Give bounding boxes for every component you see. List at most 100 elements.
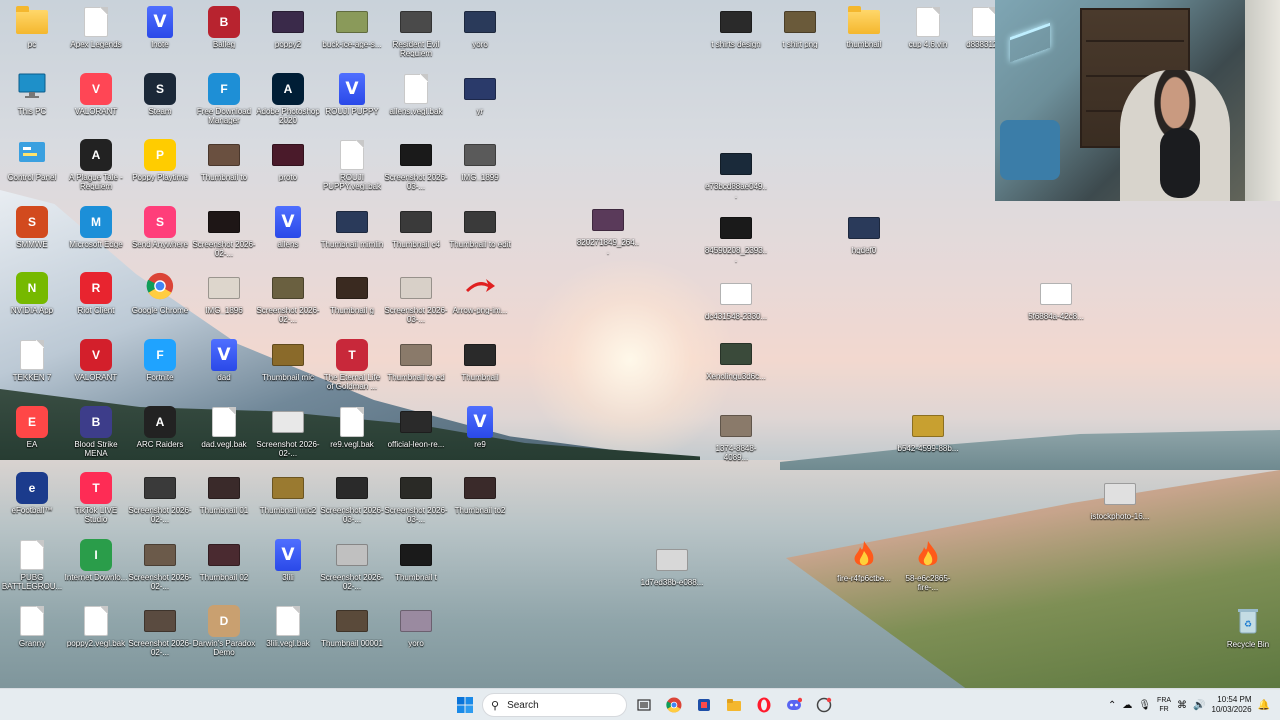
desktop-icon[interactable]: Screenshot 2026-02-... — [256, 272, 320, 324]
desktop-icon[interactable]: yoro — [448, 6, 512, 49]
desktop-icon[interactable]: yoro — [384, 605, 448, 648]
desktop-icon[interactable]: re9.vegl.bak — [320, 406, 384, 449]
desktop-icon[interactable]: Thumbnail 00001 — [320, 605, 384, 648]
desktop-icon[interactable]: proto — [256, 139, 320, 182]
desktop-icon[interactable]: Vallens — [256, 205, 320, 249]
desktop-icon[interactable]: This PC — [0, 73, 64, 116]
desktop-icon[interactable]: F Free Download Manager — [192, 72, 256, 125]
desktop-icon[interactable]: Thumbnail 01 — [192, 472, 256, 515]
desktop-icon[interactable]: t shirt png — [768, 6, 832, 49]
opera-icon[interactable] — [751, 692, 777, 718]
desktop-icon[interactable]: Resident Evil Requiem — [384, 6, 448, 58]
desktop-icon[interactable]: Screenshot 2026-02-... — [128, 472, 192, 524]
desktop-icon[interactable]: AA Plague Tale - Requiem — [64, 139, 128, 191]
desktop-icon[interactable]: Thumbnail 02 — [192, 539, 256, 582]
chrome-icon[interactable] — [661, 692, 687, 718]
desktop-icon[interactable]: e eFootball™ — [0, 472, 64, 515]
desktop-icon[interactable]: cup 4.6.vin — [896, 6, 960, 49]
snipping-icon[interactable] — [691, 692, 717, 718]
desktop-icon[interactable]: 58-e6c2865-fire-... — [896, 540, 960, 592]
desktop-icon[interactable]: Screenshot 2026-02-... — [128, 605, 192, 657]
clock[interactable]: 10:54 PM 10/03/2026 — [1212, 695, 1252, 715]
desktop-icon[interactable]: Thumbnail t — [384, 539, 448, 582]
desktop-icon[interactable]: Google Chrome — [128, 272, 192, 315]
desktop-icon[interactable]: t shirts design — [704, 6, 768, 49]
desktop-icon[interactable]: buck-ice-age-s... — [320, 6, 384, 49]
desktop-icon[interactable]: S SMMWE — [0, 205, 64, 249]
volume-icon[interactable]: 🔊 — [1193, 700, 1205, 711]
desktop-icon[interactable]: pc — [0, 6, 64, 49]
network-app-icon[interactable]: ☁ — [1122, 700, 1132, 711]
desktop-icon[interactable]: Vre9 — [448, 405, 512, 449]
desktop-icon[interactable]: dad.vegl.bak — [192, 406, 256, 449]
wifi-icon[interactable]: ⌘ — [1177, 700, 1187, 711]
desktop-icon[interactable]: E EA — [0, 405, 64, 449]
desktop-icon[interactable]: B Balleg — [192, 6, 256, 49]
desktop-icon[interactable]: TEKKEN 7 — [0, 339, 64, 382]
desktop-icon[interactable]: official-leon-re... — [384, 406, 448, 449]
desktop-icon[interactable]: T The Eternal Life of Goldman ... — [320, 339, 384, 391]
desktop-icon[interactable]: istockphoto-16... — [1088, 478, 1152, 521]
desktop-icon[interactable]: Thumbnail mic2 — [256, 472, 320, 515]
desktop-icon[interactable]: 5f6884a-42c8... — [1024, 278, 1088, 321]
desktop-icon[interactable]: Thumbnail g — [320, 272, 384, 315]
desktop-icon[interactable]: 84590208_2393... — [704, 212, 768, 264]
desktop-icon[interactable]: 820271849_264... — [576, 204, 640, 256]
desktop-icon[interactable]: V 3lili — [256, 538, 320, 582]
desktop-icon[interactable]: Thumbnail mimlin — [320, 206, 384, 249]
desktop-icon[interactable]: F Fortnite — [128, 339, 192, 382]
desktop-icon[interactable]: Thumbnail c4 — [384, 206, 448, 249]
desktop-icon[interactable]: Thumbnail mic — [256, 339, 320, 382]
desktop-icon[interactable]: S Steam — [128, 72, 192, 116]
desktop-icon[interactable]: Screenshot 2026-03-... — [320, 472, 384, 524]
desktop-icon[interactable]: allens.vegl.bak — [384, 73, 448, 116]
desktop-icon[interactable]: B Blood Strike MENA — [64, 405, 128, 458]
desktop-icon[interactable]: hqdef0 — [832, 212, 896, 255]
desktop-icon[interactable]: P Poppy Playtime — [128, 139, 192, 182]
discord-icon[interactable] — [781, 692, 807, 718]
desktop-icon[interactable]: Vlnote — [128, 6, 192, 49]
notification-bell-icon[interactable]: 🔔 — [1258, 700, 1270, 711]
desktop-icon[interactable]: V ROUJI PUPPY — [320, 72, 384, 116]
desktop-icon[interactable]: A ARC Raiders — [128, 405, 192, 449]
desktop-icon[interactable]: dc431548-2330... — [704, 278, 768, 321]
desktop-icon[interactable]: Screenshot 2026-02-... — [128, 539, 192, 591]
desktop-icon[interactable]: V VALORANT — [64, 72, 128, 116]
desktop-icon[interactable]: Screenshot 2026-02-... — [192, 206, 256, 258]
language-indicator[interactable]: FRA FR — [1157, 696, 1171, 714]
desktop-icon[interactable]: Thumbnail to edit — [448, 206, 512, 249]
desktop-icon[interactable]: M Microsoft Edge — [64, 205, 128, 249]
desktop-icon[interactable]: poppy2.vegl.bak — [64, 605, 128, 648]
desktop-icon[interactable]: Thumbnail to — [192, 139, 256, 182]
desktop-icon[interactable]: V VALORANT — [64, 339, 128, 382]
desktop-icon[interactable]: ♻ Recycle Bin — [1216, 606, 1280, 649]
desktop-icon[interactable]: T TikTok LIVE Studio — [64, 472, 128, 524]
desktop-icon[interactable]: Apex Legends — [64, 6, 128, 49]
desktop-icon[interactable]: ROUJI PUPPY.vegl.bak — [320, 139, 384, 191]
desktop-icon[interactable]: N NVIDIA App — [0, 272, 64, 315]
desktop-icon[interactable]: PUBG BATTLEGROU... — [0, 539, 64, 591]
desktop-icon[interactable]: IMG_1896 — [192, 272, 256, 315]
desktop-icon[interactable]: Xenolingu3d6c... — [704, 338, 768, 381]
desktop-icon[interactable]: S Send Anywhere — [128, 205, 192, 249]
desktop-icon[interactable]: Screenshot 2026-03-... — [384, 272, 448, 324]
start-icon[interactable] — [452, 692, 478, 718]
desktop-icon[interactable]: Control Panel — [0, 139, 64, 182]
desktop-icon[interactable]: Screenshot 2026-02-... — [320, 539, 384, 591]
task-view-icon[interactable] — [631, 692, 657, 718]
chevron-up-icon[interactable]: ⌃ — [1108, 700, 1116, 711]
search-box[interactable]: ⚲ Search — [482, 693, 627, 717]
microphone-icon[interactable]: 🎙 — [1138, 700, 1151, 711]
desktop-icon[interactable]: Screenshot 2026-03-... — [384, 472, 448, 524]
desktop-icon[interactable]: e73bcd88ae049... — [704, 148, 768, 200]
desktop-icon[interactable]: Arrow-png-im... — [448, 272, 512, 315]
desktop-icon[interactable]: Granny — [0, 605, 64, 648]
app-icon[interactable] — [811, 692, 837, 718]
desktop-icon[interactable]: poppy2 — [256, 6, 320, 49]
desktop-icon[interactable]: Screenshot 2026-03-... — [384, 139, 448, 191]
desktop-icon[interactable]: b542-4599-88b... — [896, 410, 960, 453]
desktop-icon[interactable]: 3lili.vegl.bak — [256, 605, 320, 648]
desktop-icon[interactable]: yr — [448, 73, 512, 116]
desktop-icon[interactable]: Thumbnail to2 — [448, 472, 512, 515]
desktop-icon[interactable]: thumbnail — [832, 6, 896, 49]
